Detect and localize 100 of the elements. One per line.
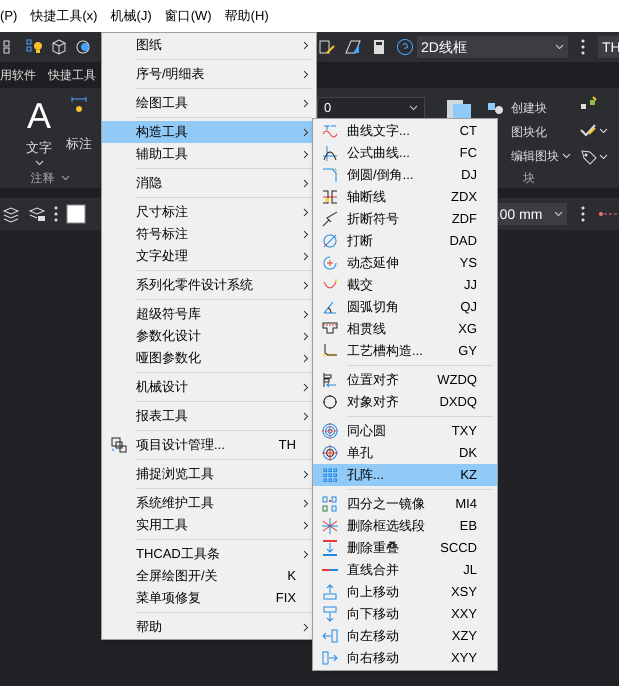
break-symbol-icon xyxy=(322,211,338,227)
unit-dropdown[interactable]: .00 mm xyxy=(496,203,568,225)
sphere-icon[interactable] xyxy=(74,38,92,56)
circle-break-icon xyxy=(322,233,338,249)
menu-item[interactable]: 删除重叠 SCCD xyxy=(313,537,497,559)
menu-bar-item[interactable]: 窗口(W) xyxy=(164,6,212,26)
menu-item[interactable]: 绘图工具 xyxy=(102,92,316,114)
menu-bar-item[interactable]: (P) xyxy=(0,6,18,26)
group-label: 注释 xyxy=(30,170,54,187)
corner-icon xyxy=(322,167,338,183)
grip-icon xyxy=(581,39,585,55)
angle-arc-icon xyxy=(322,299,338,315)
menu-item[interactable]: 项目设计管理... TH xyxy=(102,434,316,456)
menu-item[interactable]: 轴断线 ZDX xyxy=(313,186,497,208)
menu-item[interactable]: 倒圆/倒角... DJ xyxy=(313,164,497,186)
align-icon xyxy=(322,372,338,388)
menu-item[interactable]: 动态延伸 YS xyxy=(313,252,497,274)
menu-item[interactable]: 系统维护工具 xyxy=(102,492,316,514)
group-label: 块 xyxy=(522,170,536,187)
menu-item[interactable]: 四分之一镜像 MI4 xyxy=(313,493,497,515)
menu-item[interactable]: 曲线文字... CT xyxy=(313,120,497,142)
menu-item[interactable]: 向下移动 XXY xyxy=(313,603,497,625)
menu-item[interactable]: 机械设计 xyxy=(102,376,316,398)
menu-item[interactable]: 捕捉浏览工具 xyxy=(102,463,316,485)
curve-icon xyxy=(322,145,338,161)
grip-icon xyxy=(54,206,58,222)
ribbon-tab[interactable]: 快捷工具 xyxy=(48,66,96,84)
menu-item[interactable]: 打断 DAD xyxy=(313,230,497,252)
menu-item[interactable]: 同心圆 TXY xyxy=(313,420,497,442)
ribbon-tab[interactable]: 用软件 xyxy=(0,66,36,84)
text-tool-icon[interactable]: A xyxy=(26,96,51,136)
cube-icon[interactable] xyxy=(50,38,68,56)
menu-item[interactable]: 相贯线 XG xyxy=(313,318,497,340)
menu-item[interactable]: 报表工具 xyxy=(102,405,316,427)
pencil-icon[interactable] xyxy=(318,38,336,56)
windows-icon xyxy=(111,437,127,453)
menu-item[interactable]: 截交 JJ xyxy=(313,274,497,296)
menu-item[interactable]: 参数化设计 xyxy=(102,325,316,347)
menu-item[interactable]: 公式曲线... FC xyxy=(313,142,497,164)
target-icon xyxy=(322,445,338,461)
line-type-icon[interactable] xyxy=(599,209,619,219)
menu-item[interactable]: 向右移动 XYY xyxy=(313,647,497,669)
text-tool-label[interactable]: 文字 xyxy=(26,138,52,158)
menu-item[interactable]: 帮助 xyxy=(102,616,316,638)
layers-icon[interactable] xyxy=(2,205,20,223)
menu-bar-item[interactable]: 帮助(H) xyxy=(224,6,269,26)
menu-item[interactable]: 直线合并 JL xyxy=(313,559,497,581)
menu-item[interactable]: 圆弧切角 QJ xyxy=(313,296,497,318)
menu-bar-item[interactable]: 快捷工具(x) xyxy=(30,6,98,26)
menu-item[interactable]: 菜单项修复 FIX xyxy=(102,587,316,609)
menu-item[interactable]: 工艺槽构造... GY xyxy=(313,340,497,362)
lightbulb-icon[interactable] xyxy=(26,38,44,56)
view-dropdown[interactable]: 2D线框 xyxy=(417,36,568,58)
dimension-tool-label[interactable]: 标注 xyxy=(66,134,92,154)
menu-item[interactable]: 图纸 xyxy=(102,34,316,56)
line-arrow-icon xyxy=(322,540,338,556)
menu-item[interactable]: 删除框选线段 EB xyxy=(313,515,497,537)
menu-item[interactable]: THCAD工具条 xyxy=(102,543,316,565)
menu-item[interactable]: 单孔 DK xyxy=(313,442,497,464)
menu-item[interactable]: 向上移动 XSY xyxy=(313,581,497,603)
color-swatch[interactable] xyxy=(66,204,86,224)
shaft-break-icon xyxy=(322,189,338,205)
sheet-icon[interactable] xyxy=(344,38,362,56)
menu-item[interactable]: 辅助工具 xyxy=(102,143,316,165)
menu-item[interactable]: 系列化零件设计系统 xyxy=(102,274,316,296)
block-icon[interactable] xyxy=(445,98,471,118)
caret-icon xyxy=(409,105,418,111)
edit-block-button[interactable]: 编辑图块 xyxy=(511,147,559,165)
groove-icon xyxy=(322,343,338,359)
layer-dropdown[interactable]: 0 xyxy=(317,97,425,119)
caret-icon xyxy=(555,44,564,50)
dimension-icon[interactable] xyxy=(70,96,88,114)
menu-item[interactable]: 哑图参数化 xyxy=(102,347,316,369)
menu-item[interactable]: 位置对齐 WZDQ xyxy=(313,369,497,391)
blockify-button[interactable]: 图块化 xyxy=(511,123,547,141)
menu-item[interactable]: 向左移动 XZY xyxy=(313,625,497,647)
menu-item[interactable]: 序号/明细表 xyxy=(102,63,316,85)
caret-icon xyxy=(554,211,564,217)
tag-icon[interactable] xyxy=(579,148,597,166)
wave-icon xyxy=(322,123,338,139)
menu-item[interactable]: 尺寸标注 xyxy=(102,201,316,223)
dot-grid-icon xyxy=(322,467,338,483)
menu-item[interactable]: 实用工具 xyxy=(102,514,316,536)
menu-item[interactable]: 符号标注 xyxy=(102,223,316,245)
squares-icon xyxy=(322,496,338,512)
concentric-circles-icon xyxy=(322,423,338,439)
caret-icon xyxy=(599,128,608,134)
help-icon[interactable] xyxy=(396,38,414,56)
menu-item[interactable]: 对象对齐 DXDQ xyxy=(313,391,497,413)
menu-item[interactable]: 折断符号 ZDF xyxy=(313,208,497,230)
create-block-button[interactable]: 创建块 xyxy=(511,99,547,117)
menu-item[interactable]: 超级符号库 xyxy=(102,303,316,325)
layers-list-icon[interactable] xyxy=(28,205,46,223)
left-arrow-icon xyxy=(322,628,338,644)
menu-item[interactable]: 消隐 xyxy=(102,172,316,194)
menu-item[interactable]: 全屏绘图开/关 K xyxy=(102,565,316,587)
crossed-lines-icon xyxy=(322,518,338,534)
menu-item[interactable]: 文字处理 xyxy=(102,245,316,267)
menu-bar-item[interactable]: 机械(J) xyxy=(110,6,152,26)
menu-item[interactable]: 孔阵... KZ xyxy=(313,464,497,486)
